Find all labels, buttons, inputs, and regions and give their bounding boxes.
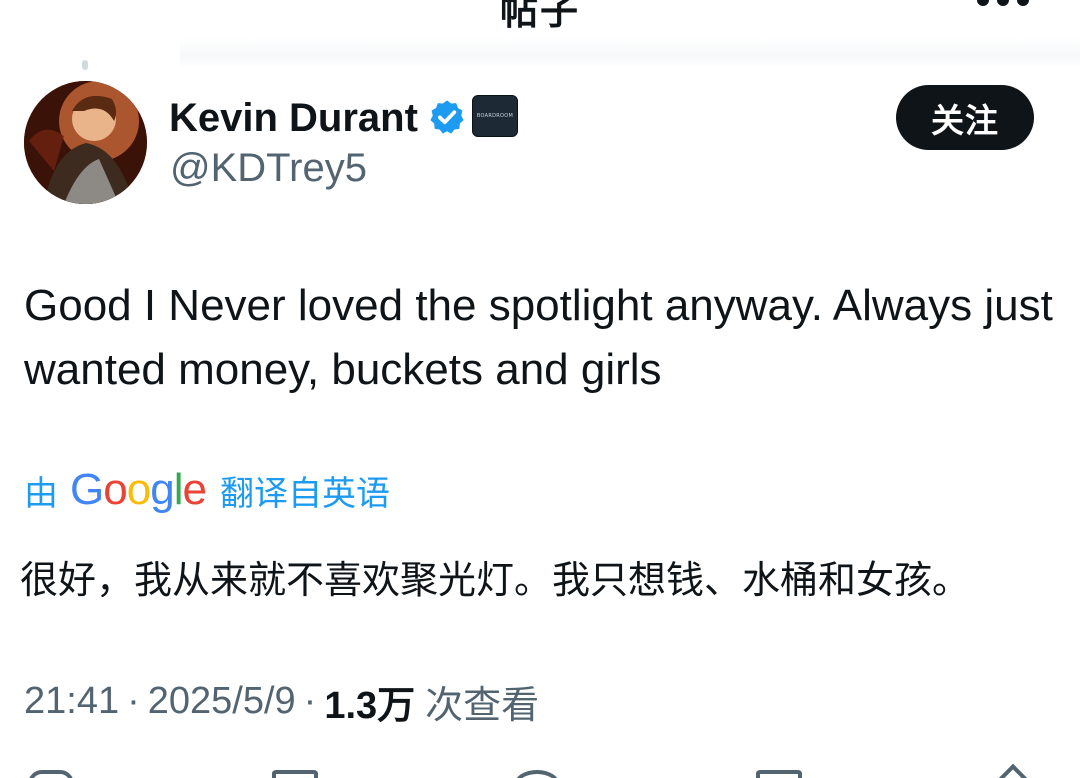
tweet-date[interactable]: 2025/5/9 bbox=[148, 680, 296, 723]
translated-text: 很好，我从来就不喜欢聚光灯。我只想钱、水桶和女孩。 bbox=[20, 558, 971, 602]
like-icon[interactable] bbox=[514, 770, 560, 778]
avatar[interactable] bbox=[24, 81, 147, 204]
follow-button[interactable]: 关注 bbox=[896, 85, 1034, 150]
translation-source-label: 翻译自英语 bbox=[219, 473, 390, 514]
views-count: 1.3万 bbox=[324, 684, 416, 727]
tweet-text: Good I Never loved the spotlight anyway.… bbox=[24, 281, 1053, 394]
meta-separator: · bbox=[127, 679, 140, 722]
nav-shadow bbox=[180, 38, 1080, 68]
meta-separator: · bbox=[303, 679, 317, 722]
tweet-time[interactable]: 21:41 bbox=[24, 680, 119, 723]
affiliate-badge[interactable]: BOARDROOM bbox=[472, 95, 518, 137]
avatar-image bbox=[24, 81, 147, 204]
verified-badge-icon bbox=[430, 100, 464, 134]
scroll-indicator bbox=[82, 60, 88, 70]
page-title: 帖子 bbox=[499, 0, 580, 33]
top-navigation-bar: 帖子 bbox=[0, 0, 1080, 68]
tweet-action-bar bbox=[0, 762, 1080, 778]
tweet-meta: 21:41 · 2025/5/9 · 1.3万 次查看 bbox=[24, 675, 539, 727]
translation-attribution[interactable]: 由 Google 翻译自英语 bbox=[24, 464, 390, 516]
more-horizontal-icon[interactable] bbox=[975, 0, 1035, 8]
bookmark-icon[interactable] bbox=[756, 770, 802, 778]
author-handle[interactable]: @KDTrey5 bbox=[170, 146, 367, 191]
translation-by-label: 由 bbox=[24, 473, 58, 514]
share-icon[interactable] bbox=[991, 763, 1035, 778]
tweet-detail-page: 帖子 Kevin Durant BOARDROOM @KDTrey5 关注 Go… bbox=[0, 0, 1080, 778]
author-name[interactable]: Kevin Durant bbox=[169, 96, 418, 141]
google-logo: Google bbox=[70, 465, 207, 514]
retweet-icon[interactable] bbox=[272, 770, 318, 778]
reply-icon[interactable] bbox=[28, 770, 74, 778]
affiliate-badge-text: BOARDROOM bbox=[476, 113, 514, 119]
views-label: 次查看 bbox=[425, 682, 540, 727]
